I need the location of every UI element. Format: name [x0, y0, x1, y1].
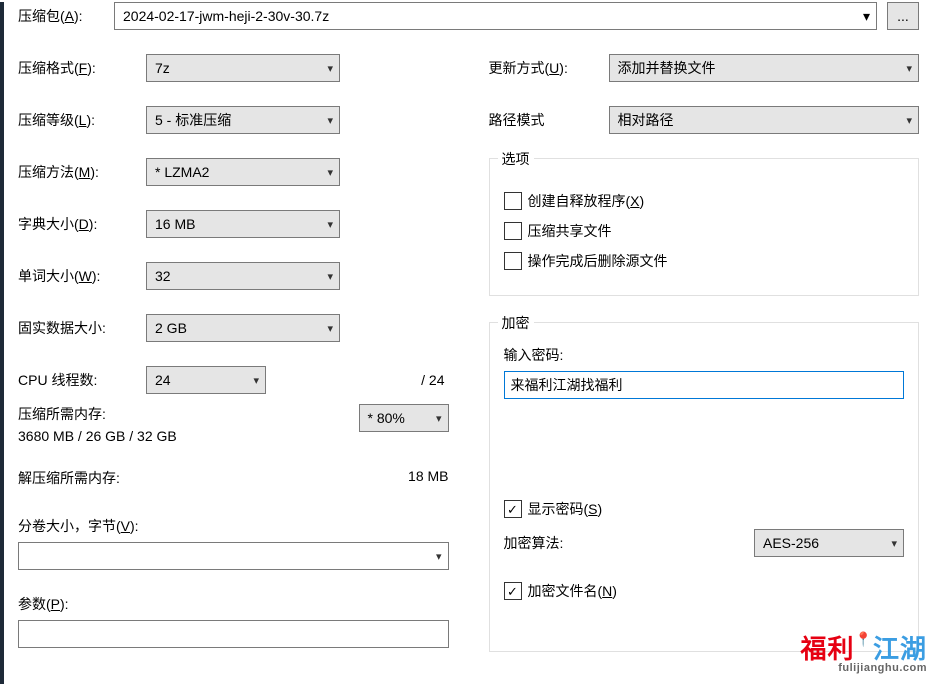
browse-button[interactable]: ...: [887, 2, 919, 30]
format-label: 压缩格式(F):: [18, 58, 146, 78]
options-group: 选项 创建自释放程序(X) 压缩共享文件 操作完成后删除源文件: [489, 158, 920, 296]
update-select[interactable]: 添加并替换文件▾: [609, 54, 920, 82]
param-label: 参数(P):: [18, 594, 449, 614]
vol-label: 分卷大小，字节(V):: [18, 516, 449, 536]
solid-label: 固实数据大小:: [18, 318, 146, 338]
chevron-down-icon: ▾: [436, 550, 442, 563]
method-label: 压缩方法(M):: [18, 162, 146, 182]
cpu-select[interactable]: 24▾: [146, 366, 266, 394]
archive-label: 压缩包(A):: [18, 6, 104, 26]
encmethod-select[interactable]: AES-256▾: [754, 529, 904, 557]
watermark-logo: 福利📍江湖 fulijianghu.com: [801, 629, 927, 674]
encname-label: 加密文件名(N): [528, 581, 617, 601]
chevron-down-icon: ▾: [253, 374, 259, 387]
pathmode-select[interactable]: 相对路径▾: [609, 106, 920, 134]
chevron-down-icon: ▾: [327, 62, 333, 75]
chevron-down-icon: ▾: [327, 166, 333, 179]
solid-select[interactable]: 2 GB▾: [146, 314, 340, 342]
dict-select[interactable]: 16 MB▾: [146, 210, 340, 238]
sfx-checkbox[interactable]: [504, 192, 522, 210]
memcomp-value: 3680 MB / 26 GB / 32 GB: [18, 428, 177, 444]
encmethod-label: 加密算法:: [504, 533, 755, 553]
chevron-down-icon: ▾: [327, 270, 333, 283]
mempct-select[interactable]: * 80%▾: [359, 404, 449, 432]
vol-select[interactable]: ▾: [18, 542, 449, 570]
encryption-legend: 加密: [498, 313, 534, 333]
chevron-down-icon: ▾: [906, 62, 912, 75]
chevron-down-icon: ▾: [327, 218, 333, 231]
pathmode-label: 路径模式: [489, 110, 609, 130]
delete-label: 操作完成后删除源文件: [528, 251, 668, 271]
chevron-down-icon: ▾: [436, 412, 442, 425]
chevron-down-icon: ▾: [327, 322, 333, 335]
showpwd-label: 显示密码(S): [528, 499, 603, 519]
level-label: 压缩等级(L):: [18, 110, 146, 130]
sfx-label: 创建自释放程序(X): [528, 191, 645, 211]
memcomp-label: 压缩所需内存:: [18, 404, 177, 424]
options-legend: 选项: [498, 149, 534, 169]
shared-checkbox[interactable]: [504, 222, 522, 240]
dict-label: 字典大小(D):: [18, 214, 146, 234]
chevron-down-icon: ▾: [906, 114, 912, 127]
cpu-label: CPU 线程数:: [18, 370, 146, 390]
password-label: 输入密码:: [504, 345, 905, 365]
word-select[interactable]: 32▾: [146, 262, 340, 290]
format-select[interactable]: 7z▾: [146, 54, 340, 82]
word-label: 单词大小(W):: [18, 266, 146, 286]
archive-path-combo[interactable]: 2024-02-17-jwm-heji-2-30v-30.7z ▾: [114, 2, 877, 30]
memdecomp-value: 18 MB: [408, 468, 448, 488]
param-input[interactable]: [18, 620, 449, 648]
update-label: 更新方式(U):: [489, 58, 609, 78]
chevron-down-icon: ▾: [863, 8, 870, 25]
showpwd-checkbox[interactable]: [504, 500, 522, 518]
chevron-down-icon: ▾: [891, 537, 897, 550]
method-select[interactable]: * LZMA2▾: [146, 158, 340, 186]
encname-checkbox[interactable]: [504, 582, 522, 600]
cpu-total-label: / 24: [403, 372, 449, 388]
encryption-group: 加密 输入密码: 显示密码(S) 加密算法: AES-256▾ 加密文件名(N): [489, 322, 920, 652]
delete-checkbox[interactable]: [504, 252, 522, 270]
level-select[interactable]: 5 - 标准压缩▾: [146, 106, 340, 134]
shared-label: 压缩共享文件: [528, 221, 612, 241]
password-input[interactable]: [504, 371, 905, 399]
memdecomp-label: 解压缩所需内存:: [18, 468, 120, 488]
chevron-down-icon: ▾: [327, 114, 333, 127]
